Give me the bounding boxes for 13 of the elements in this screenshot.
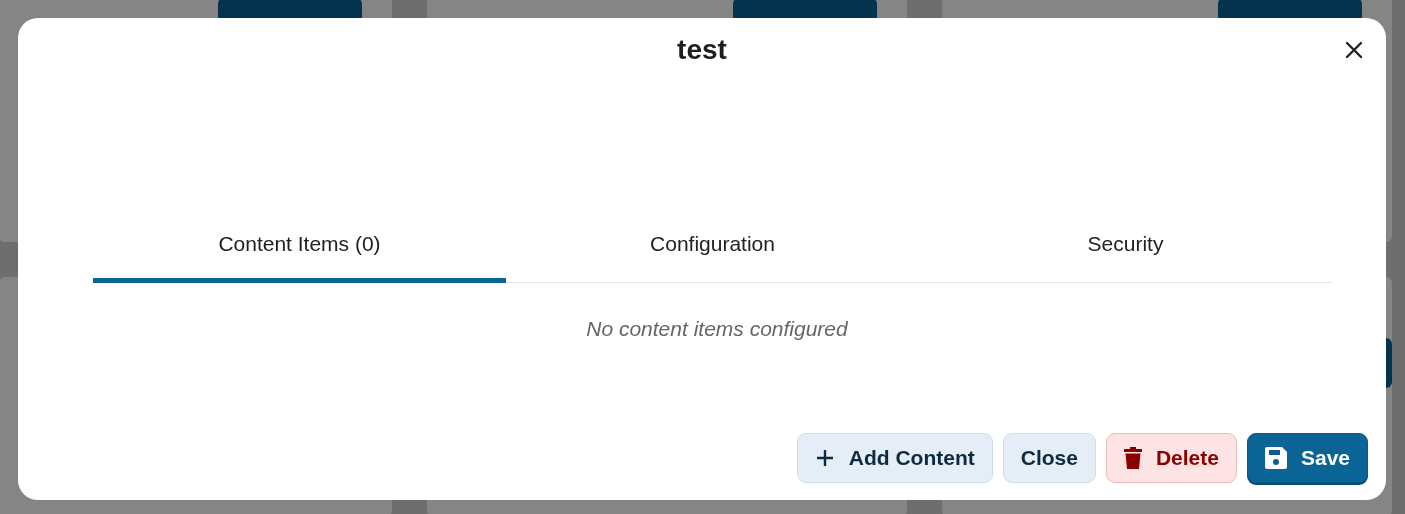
save-icon bbox=[1264, 447, 1287, 469]
empty-message: No content items configured bbox=[586, 317, 848, 341]
tab[interactable]: Configuration bbox=[506, 208, 919, 283]
trash-icon bbox=[1123, 447, 1142, 469]
close-icon[interactable] bbox=[1344, 40, 1364, 60]
tab[interactable]: Security bbox=[919, 208, 1332, 283]
dialog-title: test bbox=[677, 34, 727, 67]
plus-icon bbox=[814, 448, 835, 468]
close-button[interactable]: Close bbox=[1002, 433, 1096, 483]
save-button[interactable]: Save bbox=[1246, 433, 1368, 483]
tab[interactable]: Content Items (0) bbox=[93, 208, 506, 283]
delete-button[interactable]: Delete bbox=[1105, 433, 1237, 483]
add-content-button[interactable]: Add Content bbox=[796, 433, 993, 483]
